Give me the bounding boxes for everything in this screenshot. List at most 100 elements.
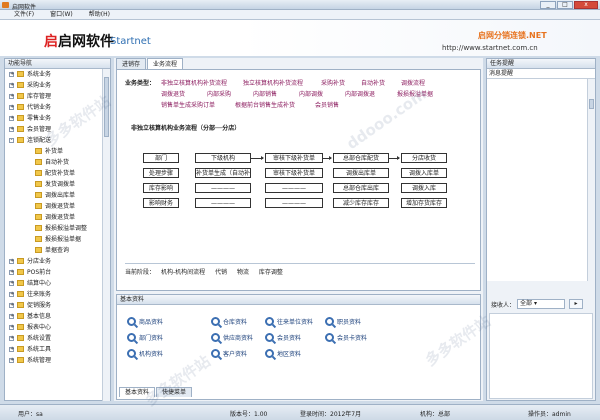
category-link[interactable]: 内部采购: [207, 89, 231, 98]
flow-cell: 审核下级补货单: [265, 153, 323, 163]
nav-item[interactable]: + 系统设置: [5, 333, 103, 344]
category-link[interactable]: 内部销售: [253, 89, 277, 98]
info-item[interactable]: 供应商资料: [211, 333, 253, 342]
nav-item[interactable]: 单据查询: [5, 245, 103, 256]
folder-icon: [17, 346, 24, 352]
close-button[interactable]: x: [574, 1, 598, 9]
expand-icon[interactable]: +: [9, 270, 14, 275]
category-link[interactable]: 独立核算机构补货流程: [243, 78, 303, 87]
info-item[interactable]: 会员资料: [265, 333, 301, 342]
info-item[interactable]: 商品资料: [127, 317, 163, 326]
category-link[interactable]: 非独立核算机构补货流程: [161, 78, 227, 87]
stage-link[interactable]: 机构-机构间流程: [161, 269, 205, 276]
nav-item[interactable]: 调拨出库单: [5, 190, 103, 201]
nav-item[interactable]: 自动补货: [5, 157, 103, 168]
category-link[interactable]: 内部调拨退: [345, 89, 375, 98]
category-link[interactable]: 采购补货: [321, 78, 345, 87]
expand-icon[interactable]: +: [9, 72, 14, 77]
tab-basic-info[interactable]: 基本资料: [119, 387, 156, 397]
flow-cell: 审核下级补货单: [265, 168, 323, 178]
nav-item[interactable]: + 代销业务: [5, 102, 103, 113]
expand-icon[interactable]: +: [9, 347, 14, 352]
message-scrollbar[interactable]: [587, 79, 595, 281]
message-box: 消息提醒: [487, 69, 595, 281]
expand-icon[interactable]: +: [9, 303, 14, 308]
expand-icon[interactable]: +: [9, 94, 14, 99]
menu-file[interactable]: 文件(F): [14, 10, 34, 19]
nav-item[interactable]: 发货调拨单: [5, 179, 103, 190]
category-link[interactable]: 内部调拨: [299, 89, 323, 98]
nav-item[interactable]: 报损报溢单据: [5, 234, 103, 245]
stage-link[interactable]: 库存调整: [259, 269, 283, 276]
nav-item[interactable]: + 库存管理: [5, 91, 103, 102]
info-item[interactable]: 客户资料: [211, 349, 247, 358]
nav-item[interactable]: + 系统工具: [5, 344, 103, 355]
expand-icon[interactable]: +: [9, 259, 14, 264]
info-item[interactable]: 仓库资料: [211, 317, 247, 326]
expand-icon[interactable]: +: [9, 127, 14, 132]
tab-sales[interactable]: 进销存: [116, 58, 147, 69]
expand-icon[interactable]: +: [9, 105, 14, 110]
expand-icon[interactable]: +: [9, 292, 14, 297]
category-link[interactable]: 报损报溢单据: [397, 89, 433, 98]
info-item-label: 供应商资料: [223, 335, 254, 342]
minimize-button[interactable]: _: [540, 1, 556, 9]
nav-item[interactable]: + 分店业务: [5, 256, 103, 267]
stage-link[interactable]: 物流: [237, 269, 249, 276]
expand-icon[interactable]: +: [9, 325, 14, 330]
nav-item[interactable]: + 零售业务: [5, 113, 103, 124]
info-item-label: 机构资料: [139, 351, 164, 358]
info-item[interactable]: 机构资料: [127, 349, 163, 358]
expand-icon[interactable]: +: [9, 116, 14, 121]
receiver-select[interactable]: 全部 ▾: [517, 299, 566, 309]
nav-item[interactable]: + 基本信息: [5, 311, 103, 322]
nav-item[interactable]: 调拨退货单: [5, 212, 103, 223]
nav-item[interactable]: + POS前台: [5, 267, 103, 278]
expand-icon[interactable]: +: [9, 83, 14, 88]
maximize-button[interactable]: □: [557, 1, 573, 9]
scroll-thumb[interactable]: [589, 99, 594, 109]
info-item[interactable]: 会员卡资料: [325, 333, 367, 342]
collapse-icon[interactable]: -: [9, 138, 14, 143]
scroll-thumb[interactable]: [104, 77, 109, 137]
category-link[interactable]: 自动补货: [361, 78, 385, 87]
info-item-label: 仓库资料: [223, 319, 248, 326]
nav-scrollbar[interactable]: [102, 69, 110, 401]
info-item[interactable]: 职员资料: [325, 317, 361, 326]
menu-help[interactable]: 帮助(H): [89, 10, 110, 19]
expand-icon[interactable]: +: [9, 358, 14, 363]
category-link[interactable]: 根据前台销售生成补货: [235, 100, 295, 109]
category-link[interactable]: 调拨退货: [161, 89, 185, 98]
stage-link[interactable]: 代销: [215, 269, 227, 276]
info-item[interactable]: 往来单位资料: [265, 317, 313, 326]
nav-item[interactable]: + 系统管理: [5, 355, 103, 366]
nav-item[interactable]: 补货单: [5, 146, 103, 157]
nav-item[interactable]: + 往来账务: [5, 289, 103, 300]
receiver-filter: 接收人： 全部 ▾ ▸: [491, 299, 584, 309]
tab-shortcuts[interactable]: 快捷菜单: [156, 387, 193, 397]
expand-icon[interactable]: +: [9, 281, 14, 286]
nav-item[interactable]: + 促销服务: [5, 300, 103, 311]
nav-item[interactable]: 配货补货单: [5, 168, 103, 179]
category-link[interactable]: 会员销售: [315, 100, 339, 109]
tab-workflow[interactable]: 业务流程: [147, 58, 184, 69]
nav-item[interactable]: + 会员管理: [5, 124, 103, 135]
nav-item[interactable]: + 结算中心: [5, 278, 103, 289]
nav-item[interactable]: - 连锁配送: [5, 135, 103, 146]
nav-item[interactable]: 报损报溢单调整: [5, 223, 103, 234]
menu-window[interactable]: 窗口(W): [50, 10, 73, 19]
nav-item[interactable]: + 系统业务: [5, 69, 103, 80]
nav-item-label: 调拨退货单: [45, 203, 76, 210]
category-link[interactable]: 销售单生成采购订单: [161, 100, 215, 109]
category-link[interactable]: 调拨流程: [401, 78, 425, 87]
nav-item[interactable]: 调拨退货单: [5, 201, 103, 212]
nav-item[interactable]: + 采购业务: [5, 80, 103, 91]
expand-icon[interactable]: +: [9, 336, 14, 341]
info-item[interactable]: 部门资料: [127, 333, 163, 342]
expand-icon[interactable]: +: [9, 314, 14, 319]
nav-item[interactable]: + 报表中心: [5, 322, 103, 333]
magnifier-icon: [265, 349, 274, 358]
refresh-button[interactable]: ▸: [569, 299, 584, 309]
info-item[interactable]: 地区资料: [265, 349, 301, 358]
flow-cell: 补货单生成（自动补货）: [195, 168, 251, 178]
